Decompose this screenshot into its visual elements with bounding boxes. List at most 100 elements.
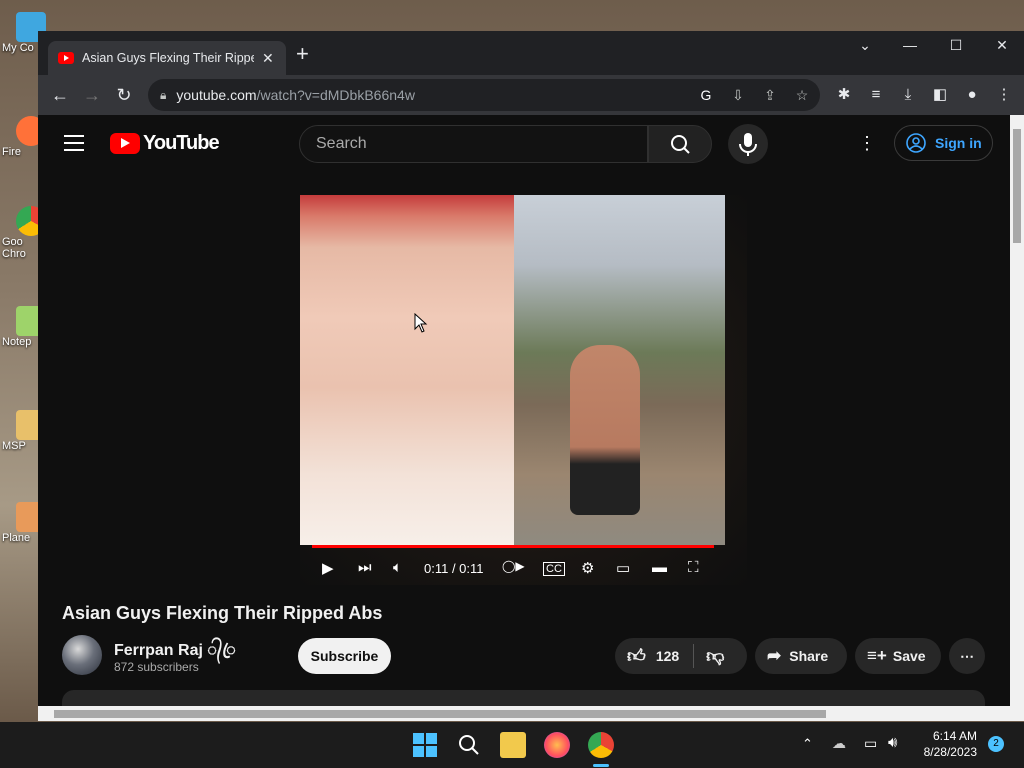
extensions-icon[interactable]: ✱ [832,83,856,107]
divider [693,644,695,668]
url-host: youtube.com [176,87,257,103]
share-label: Share [789,648,829,664]
volume-icon[interactable]: 🔈︎ [393,559,402,576]
notification-badge[interactable]: 2 [988,736,1004,752]
desktop-icon-label: Fire [2,146,21,158]
autoplay-toggle-icon[interactable]: ◯▶ [502,559,525,573]
save-button[interactable]: ≡+ Save [855,638,941,674]
maximize-button[interactable]: ☐ [941,37,971,54]
lock-icon: 🔒︎ [160,87,167,102]
taskbar: ⌃ ☁ ▭ 🔊︎ 6:14 AM 8/28/2023 2 [0,722,1024,768]
sign-in-button[interactable]: Sign in [894,125,993,161]
theater-mode-icon[interactable]: ▬ [652,559,667,576]
youtube-play-logo-icon [110,133,140,154]
desktop-icon-firefox[interactable]: Fire [2,116,46,158]
subscribe-button[interactable]: Subscribe [298,638,391,674]
youtube-page: YouTube ⋮ Sign in ▶ ⏭ [38,115,1010,706]
close-button[interactable]: ✕ [987,37,1017,54]
search-icon [671,135,690,154]
horizontal-scrollbar[interactable] [38,706,1010,721]
profile-icon[interactable]: ● [960,83,984,107]
desktop-icon-label: MSP [2,440,26,452]
active-app-indicator [593,764,609,767]
hamburger-menu-icon[interactable] [64,135,84,151]
desktop-icon-planet[interactable]: Plane [2,502,46,544]
voice-search-button[interactable] [728,124,768,164]
clock-time[interactable]: 6:14 AM [933,729,977,743]
clock-date[interactable]: 8/28/2023 [924,745,977,759]
chrome-taskbar-icon[interactable] [588,732,614,758]
video-player[interactable]: ▶ ⏭ 🔈︎ 0:11 / 0:11 ◯▶ CC ⚙ ▭ ▬ ⛶ [300,195,747,585]
file-explorer-icon[interactable] [500,732,526,758]
back-arrow-icon[interactable]: ← [48,83,72,107]
menu-kebab-icon[interactable]: ⋮ [992,83,1016,107]
video-frame-left [300,195,514,545]
thumbs-down-icon[interactable]: 👎︎ [706,645,724,667]
settings-gear-icon[interactable]: ⚙ [581,559,594,577]
media-queue-icon[interactable]: ≡ [864,83,888,107]
vertical-scroll-thumb[interactable] [1013,129,1021,243]
channel-avatar[interactable] [62,635,102,675]
microphone-icon [739,133,757,156]
forward-arrow-icon[interactable]: → [80,83,104,107]
play-icon[interactable]: ▶ [322,559,334,577]
search-input[interactable] [316,135,616,153]
firefox-taskbar-icon[interactable] [544,732,570,758]
settings-kebab-icon[interactable]: ⋮ [858,133,876,154]
tab-search-button[interactable]: ⌄ [850,37,880,54]
subscriber-count: 872 subscribers [114,660,199,674]
sign-in-label: Sign in [935,135,982,151]
desktop-icon-label: My Co [2,42,34,54]
thumbs-up-icon[interactable]: 👍︎ [627,645,646,667]
chevron-up-icon[interactable]: ⌃ [802,736,813,752]
miniplayer-icon[interactable]: ▭ [616,559,630,577]
tab-strip: Asian Guys Flexing Their Ripped Abs ✕ + … [38,31,1024,75]
desktop-icon-label: Plane [2,532,31,544]
onedrive-icon[interactable]: ☁ [832,735,846,752]
description-box[interactable] [62,690,985,706]
browser-window: Asian Guys Flexing Their Ripped Abs ✕ + … [38,31,1024,721]
downloads-icon[interactable]: ⤓ [896,83,920,107]
playlist-add-icon: ≡+ [867,646,887,665]
browser-toolbar: ← → ↻ 🔒︎ youtube.com/watch?v=dMDbkB66n4w… [38,75,1024,115]
reload-icon[interactable]: ↻ [112,83,136,107]
youtube-logo-text: YouTube [143,132,220,154]
youtube-logo[interactable]: YouTube [110,132,220,155]
desktop-icon-notepad[interactable]: Notep [2,306,46,348]
address-bar[interactable]: 🔒︎ youtube.com/watch?v=dMDbkB66n4w G ⇩ ⇪… [148,79,820,111]
speaker-icon[interactable]: 🔊︎ [888,734,897,751]
tab-youtube[interactable]: Asian Guys Flexing Their Ripped Abs ✕ [48,41,286,75]
share-page-icon[interactable]: ⇪ [760,85,780,105]
video-person [570,345,640,515]
network-icon[interactable]: ▭ [864,735,877,752]
fullscreen-icon[interactable]: ⛶ [688,559,699,576]
new-tab-button[interactable]: + [296,43,309,65]
horizontal-scroll-thumb[interactable] [54,710,826,718]
video-progress-bar[interactable] [312,545,714,548]
more-actions-button[interactable]: ⋯ [949,638,985,674]
player-controls: ▶ ⏭ 🔈︎ 0:11 / 0:11 ◯▶ CC ⚙ ▭ ▬ ⛶ [300,555,747,583]
desktop-icon-msp[interactable]: MSP [2,410,46,452]
like-dislike-group: 👍︎ 128 👎︎ [615,638,747,674]
youtube-header: YouTube ⋮ Sign in [38,115,1010,173]
install-app-icon[interactable]: ⇩ [728,85,748,105]
video-time: 0:11 / 0:11 [424,561,484,576]
captions-icon[interactable]: CC [543,562,565,576]
search-taskbar-icon[interactable] [456,732,482,758]
windows-start-icon[interactable] [412,732,438,758]
share-arrow-icon: ➦ [767,646,782,665]
bookmark-star-icon[interactable]: ☆ [792,85,812,105]
desktop-icon-chrome[interactable]: Goo Chro [2,206,46,260]
desktop-icon-my-computer[interactable]: My Co [2,12,46,54]
tab-close-icon[interactable]: ✕ [262,50,274,67]
minimize-button[interactable]: — [895,37,925,53]
share-button[interactable]: ➦ Share [755,638,847,674]
like-count[interactable]: 128 [656,648,679,664]
next-icon[interactable]: ⏭ [358,559,372,576]
vertical-scrollbar[interactable] [1010,115,1024,721]
side-panel-icon[interactable]: ◧ [928,83,952,107]
google-lens-icon[interactable]: G [696,85,716,105]
desktop-icon-label: Notep [2,336,32,348]
search-field[interactable] [299,125,648,163]
search-button[interactable] [648,125,712,163]
